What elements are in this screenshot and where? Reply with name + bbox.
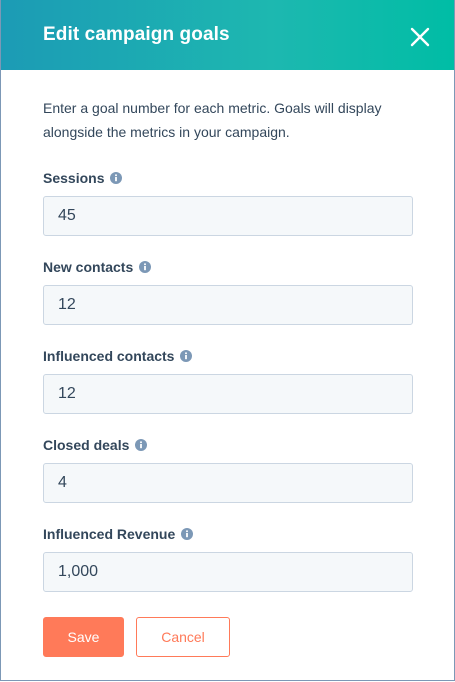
influenced-revenue-input[interactable] — [43, 552, 413, 592]
influenced-revenue-label: Influenced Revenue — [43, 526, 194, 542]
info-icon[interactable] — [139, 261, 152, 273]
cancel-button[interactable]: Cancel — [136, 617, 230, 657]
closed-deals-input[interactable] — [43, 463, 413, 503]
influenced-contacts-label: Influenced contacts — [43, 348, 193, 364]
close-icon — [410, 27, 430, 47]
info-icon[interactable] — [110, 172, 123, 184]
close-button[interactable] — [408, 25, 432, 49]
influenced-contacts-label-text: Influenced contacts — [43, 348, 175, 364]
closed-deals-label-text: Closed deals — [43, 437, 130, 453]
dialog-header: Edit campaign goals — [1, 0, 454, 70]
sessions-label: Sessions — [43, 170, 123, 186]
sessions-label-text: Sessions — [43, 170, 105, 186]
save-button[interactable]: Save — [43, 617, 124, 657]
sessions-input[interactable] — [43, 196, 413, 236]
edit-campaign-goals-dialog: Edit campaign goals Enter a goal number … — [0, 0, 455, 681]
info-icon[interactable] — [181, 528, 194, 540]
new-contacts-label-text: New contacts — [43, 259, 134, 275]
dialog-title: Edit campaign goals — [43, 24, 230, 45]
new-contacts-label: New contacts — [43, 259, 152, 275]
dialog-intro-text: Enter a goal number for each metric. Goa… — [43, 100, 382, 140]
info-icon[interactable] — [180, 350, 193, 362]
influenced-contacts-input[interactable] — [43, 374, 413, 414]
new-contacts-input[interactable] — [43, 285, 413, 325]
info-icon[interactable] — [135, 439, 148, 451]
closed-deals-label: Closed deals — [43, 437, 148, 453]
influenced-revenue-label-text: Influenced Revenue — [43, 526, 176, 542]
